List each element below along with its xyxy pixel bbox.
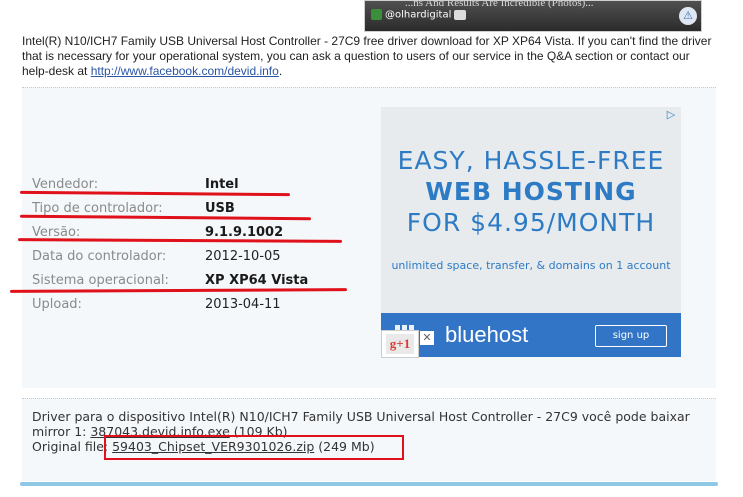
ad-line-2: WEB HOSTING <box>425 177 637 206</box>
bluehost-ad[interactable]: ▷ EASY, HASSLE-FREE WEB HOSTING FOR $4.9… <box>381 107 681 357</box>
original-prefix: Original file: <box>32 439 113 454</box>
gplus-label: g+1 <box>386 334 414 354</box>
top-ad-brand-label: @olhardigital <box>385 9 452 21</box>
detail-label: Sistema operacional: <box>32 273 169 288</box>
ad-line-1: EASY, HASSLE-FREE <box>397 146 665 175</box>
detail-value: USB <box>205 201 235 216</box>
description-end: . <box>278 64 283 78</box>
detail-value: 2012-10-05 <box>205 249 281 264</box>
top-ad-brand: @olhardigital <box>371 9 467 21</box>
detail-value: 2013-04-11 <box>205 297 281 312</box>
signup-button[interactable]: sign up <box>595 325 667 347</box>
detail-label: Data do controlador: <box>32 249 167 264</box>
detail-value: XP XP64 Vista <box>205 273 309 288</box>
bottom-divider <box>20 482 718 486</box>
top-ad-thumbnail[interactable]: ...ns And Results Are Incredible (Photos… <box>364 0 702 32</box>
comment-icon <box>454 9 467 20</box>
download-intro: Driver para o dispositivo Intel(R) N10/I… <box>32 409 690 424</box>
top-ad-headline: ...ns And Results Are Incredible (Photos… <box>405 0 594 9</box>
brand-icon <box>371 9 382 20</box>
close-icon[interactable]: ✕ <box>420 331 434 345</box>
ad-line-3: FOR $4.95/MONTH <box>406 208 656 237</box>
adchoices-icon[interactable]: ▷ <box>664 108 678 122</box>
help-desk-link[interactable]: http://www.facebook.com/devid.info <box>91 64 279 78</box>
google-plus-button[interactable]: g+1 <box>381 330 419 358</box>
ad-line-4: unlimited space, transfer, & domains on … <box>391 259 671 272</box>
mirror-prefix: mirror 1: <box>32 424 91 439</box>
detail-value: Intel <box>205 177 239 192</box>
driver-description: Intel(R) N10/ICH7 Family USB Universal H… <box>22 34 718 79</box>
detail-label: Upload: <box>32 297 82 312</box>
annotation-box <box>104 435 404 460</box>
ad-brand: bluehost <box>445 322 529 347</box>
warning-icon: ⚠ <box>679 7 697 25</box>
